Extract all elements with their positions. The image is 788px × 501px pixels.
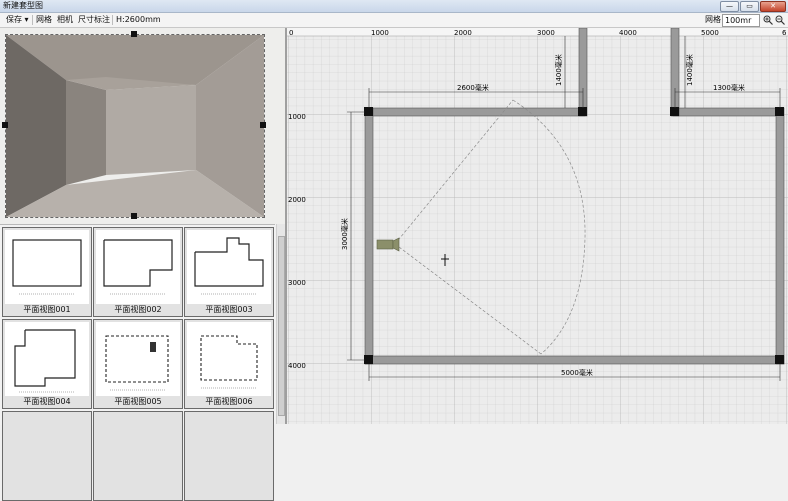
thumbnail-label: 平面视图006: [205, 397, 253, 406]
resize-handle[interactable]: [131, 213, 137, 219]
thumbnail-floorplan-001[interactable]: 平面视图001: [2, 227, 92, 317]
dimension-label-top-right: 1300毫米: [713, 83, 745, 92]
floorplan-thumbnail-image: [96, 230, 180, 304]
ruler-tick-label: 4000: [619, 29, 637, 37]
resize-handle[interactable]: [131, 31, 137, 37]
resize-handle[interactable]: [2, 122, 8, 128]
dimension-toggle[interactable]: 尺寸标注: [78, 13, 110, 27]
thumbnail-floorplan-003[interactable]: 平面视图003: [184, 227, 274, 317]
dimension-label-opening-left: 1400毫米: [554, 54, 563, 86]
floorplan-thumbnail-image: [187, 322, 271, 396]
ruler-tick-label: 6: [782, 29, 787, 37]
floorplan-thumbnail-image: [187, 230, 271, 304]
3d-room-render: [6, 35, 264, 217]
ruler-tick-label: 1000: [288, 113, 306, 121]
thumbnail-floorplan-partial[interactable]: [2, 411, 92, 501]
minimize-button[interactable]: —: [720, 1, 739, 12]
resize-handle[interactable]: [260, 122, 266, 128]
dimension-label-top-left: 2600毫米: [457, 83, 489, 92]
floorplan-thumbnail-image: [5, 322, 89, 396]
thumbnail-label: 平面视图001: [23, 305, 71, 314]
save-label: 保存: [6, 15, 22, 24]
chevron-down-icon: ▾: [24, 15, 29, 24]
thumbnail-floorplan-002[interactable]: 平面视图002: [93, 227, 183, 317]
floorplan-thumbnail-image: [5, 230, 89, 304]
save-menu[interactable]: 保存 ▾: [6, 13, 29, 27]
camera-toggle[interactable]: 相机: [57, 13, 73, 27]
floorplan-gallery: 平面视图001 平面视图002 平面视图003 平面视图004 平面视图005 …: [0, 224, 275, 501]
ruler-tick-label: 2000: [288, 196, 306, 204]
window-controls: — ▭ ✕: [720, 1, 786, 12]
thumbnail-floorplan-006[interactable]: 平面视图006: [184, 319, 274, 409]
grid-size-select[interactable]: 100mr: [722, 14, 760, 27]
ruler-tick-label: 1000: [371, 29, 389, 37]
title-bar: 新建套型图 — ▭ ✕: [0, 0, 788, 13]
thumbnail-floorplan-004[interactable]: 平面视图004: [2, 319, 92, 409]
window-title: 新建套型图: [3, 1, 43, 10]
floorplan-thumbnail-image: [96, 322, 180, 396]
grid-toggle[interactable]: 网格: [36, 13, 52, 27]
thumbnail-floorplan-005[interactable]: 平面视图005: [93, 319, 183, 409]
scrollbar-thumb[interactable]: [278, 236, 285, 416]
3d-preview-panel: [0, 28, 285, 224]
ruler-tick-label: 0: [289, 29, 293, 37]
thumbnail-floorplan-partial[interactable]: [93, 411, 183, 501]
thumbnail-label: 平面视图002: [114, 305, 162, 314]
ruler-tick-label: 5000: [701, 29, 719, 37]
close-button[interactable]: ✕: [760, 1, 786, 12]
wall-height-label[interactable]: H:2600mm: [116, 13, 161, 27]
floorplan-drawing: 0 1000 2000 3000 4000 5000 6 1000 2000 3…: [287, 27, 788, 424]
maximize-button[interactable]: ▭: [740, 1, 759, 12]
ruler-tick-label: 4000: [288, 362, 306, 370]
thumbnail-label: 平面视图003: [205, 305, 253, 314]
thumbnail-label: 平面视图005: [114, 397, 162, 406]
ruler-tick-label: 3000: [288, 279, 306, 287]
dimension-label-left: 3000毫米: [340, 218, 349, 250]
toolbar-divider: [32, 15, 33, 25]
ruler-tick-label: 2000: [454, 29, 472, 37]
dimension-label-opening-right: 1400毫米: [685, 54, 694, 86]
camera-icon[interactable]: [376, 237, 400, 252]
ruler-tick-label: 3000: [537, 29, 555, 37]
zoom-in-icon[interactable]: [763, 15, 773, 25]
zoom-out-icon[interactable]: [775, 15, 785, 25]
floorplan-canvas[interactable]: 0 1000 2000 3000 4000 5000 6 1000 2000 3…: [287, 27, 788, 424]
thumbnail-floorplan-partial[interactable]: [184, 411, 274, 501]
thumbnail-label: 平面视图004: [23, 397, 71, 406]
dimension-label-bottom: 5000毫米: [561, 368, 593, 377]
grid-size-label: 网格: [705, 15, 721, 24]
3d-preview-viewport[interactable]: [5, 34, 265, 218]
toolbar-divider: [112, 15, 113, 25]
toolbar: 保存 ▾ 网格 相机 尺寸标注 H:2600mm 网格 100mr: [0, 13, 788, 28]
